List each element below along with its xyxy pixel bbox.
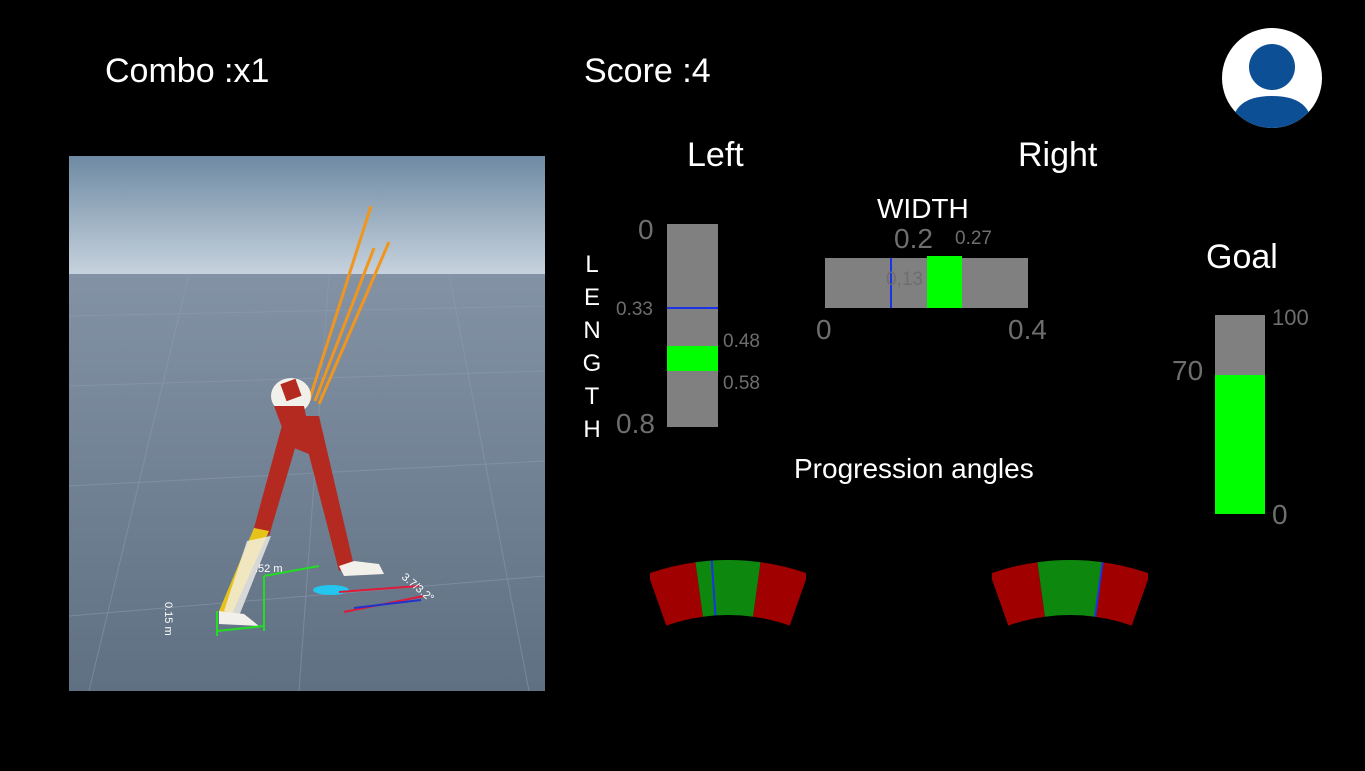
width-target-high-label: 0.27 xyxy=(955,228,992,249)
length-current-marker xyxy=(667,306,718,309)
right-progression-bad-zone-right xyxy=(1095,562,1148,626)
left-progression-ok-zone xyxy=(695,560,761,617)
right-progression-angle-gauge xyxy=(992,560,1148,626)
left-header: Left xyxy=(687,136,744,174)
step-width-label: 0.15 m xyxy=(162,602,174,636)
length-target-high-label: 0.58 xyxy=(723,373,760,394)
length-meter xyxy=(667,224,718,427)
width-meter xyxy=(825,256,1028,308)
right-progression-ok-zone xyxy=(1037,560,1103,617)
progression-angles-header: Progression angles xyxy=(794,453,1034,484)
score-counter: Score :4 xyxy=(584,52,711,90)
sky xyxy=(69,156,545,274)
width-header: WIDTH xyxy=(877,193,969,224)
left-progression-bad-zone-right xyxy=(753,562,806,626)
width-target-zone xyxy=(926,256,963,308)
width-mid-label: 0.2 xyxy=(894,223,933,254)
goal-meter xyxy=(1215,315,1265,514)
goal-progress-fill xyxy=(1215,374,1265,514)
combo-counter: Combo :x1 xyxy=(105,52,270,90)
length-min-label: 0 xyxy=(638,214,654,245)
length-current-label: 0.33 xyxy=(616,299,653,320)
skeleton-3d-viewport[interactable]: .52 m 0.15 m 3.7/3.2° xyxy=(69,156,545,691)
length-target-zone xyxy=(667,345,718,372)
user-profile-icon xyxy=(1232,44,1312,128)
goal-max-label: 100 xyxy=(1272,305,1309,330)
gait-scene: .52 m 0.15 m 3.7/3.2° xyxy=(69,156,545,691)
length-axis-label: LEN GTH xyxy=(582,251,602,443)
goal-target-label: 70 xyxy=(1172,355,1204,386)
right-header: Right xyxy=(1018,136,1098,174)
user-avatar-button[interactable] xyxy=(1222,28,1322,128)
step-length-label: .52 m xyxy=(255,563,283,575)
right-progression-bad-zone-left xyxy=(992,562,1045,626)
goal-min-label: 0 xyxy=(1272,499,1288,530)
width-min-label: 0 xyxy=(816,314,832,345)
width-current-label: 0,13 xyxy=(886,269,923,290)
left-progression-bad-zone-left xyxy=(650,562,703,626)
length-max-label: 0.8 xyxy=(616,408,655,439)
length-target-low-label: 0.48 xyxy=(723,331,760,352)
width-max-label: 0.4 xyxy=(1008,314,1047,345)
left-progression-angle-gauge xyxy=(650,560,806,626)
goal-header: Goal xyxy=(1206,238,1278,276)
